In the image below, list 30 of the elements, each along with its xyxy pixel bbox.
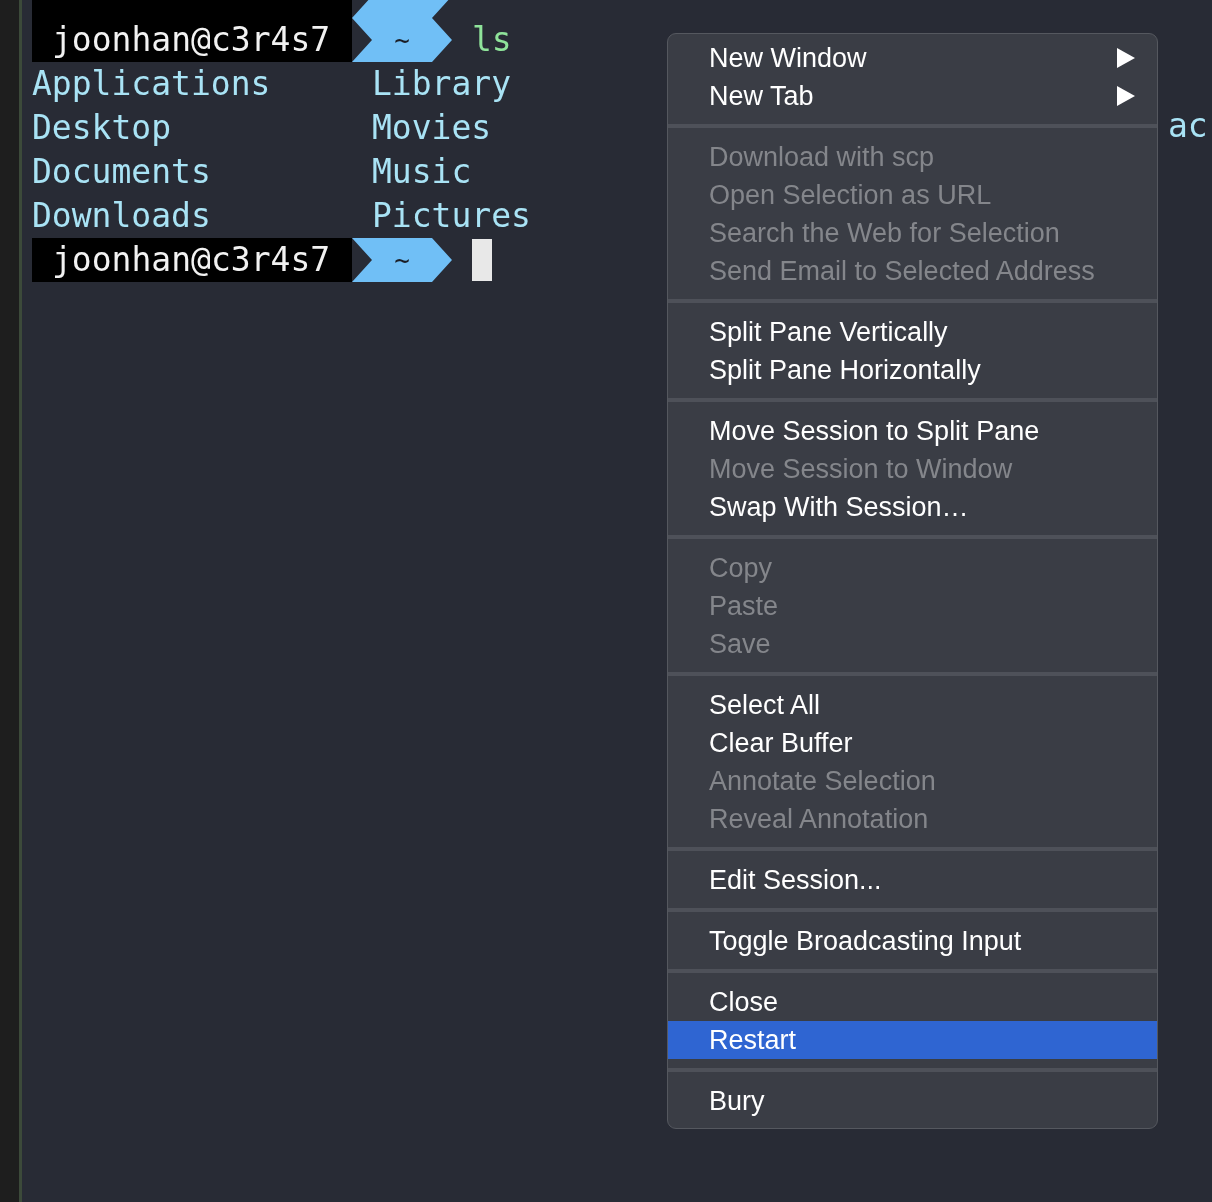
terminal-text: ac: [1168, 105, 1208, 147]
prompt-user: joonhan@c3r4s7: [32, 238, 352, 282]
directory-name: Downloads: [32, 195, 212, 237]
directory-name: Pictures: [372, 195, 532, 237]
menu-item[interactable]: Clear Buffer: [668, 724, 1157, 762]
menu-item[interactable]: Split Pane Vertically: [668, 313, 1157, 351]
text-cursor: [472, 239, 492, 281]
prompt-directory: ~: [352, 18, 452, 62]
menu-item[interactable]: Close: [668, 983, 1157, 1021]
submenu-arrow-icon: [1117, 86, 1135, 106]
menu-item[interactable]: Split Pane Horizontally: [668, 351, 1157, 389]
menu-item[interactable]: New Tab: [668, 77, 1157, 115]
prompt-user: joonhan@c3r4s7: [32, 18, 352, 62]
command-text: ls: [472, 19, 512, 61]
menu-item[interactable]: Move Session to Split Pane: [668, 412, 1157, 450]
menu-item[interactable]: Restart: [668, 1021, 1157, 1059]
directory-name: Library: [372, 63, 513, 105]
menu-item[interactable]: Bury: [668, 1082, 1157, 1120]
directory-name: Desktop: [32, 107, 173, 149]
menu-item[interactable]: Swap With Session…: [668, 488, 1157, 526]
submenu-arrow-icon: [1117, 48, 1135, 68]
directory-name: Movies: [372, 107, 493, 149]
directory-name: Music: [372, 151, 473, 193]
menu-item[interactable]: New Window: [668, 39, 1157, 77]
directory-name: Documents: [32, 151, 212, 193]
menu-item[interactable]: Edit Session...: [668, 861, 1157, 899]
menu-item[interactable]: Toggle Broadcasting Input: [668, 922, 1157, 960]
menu-item[interactable]: Select All: [668, 686, 1157, 724]
directory-name: Applications: [32, 63, 272, 105]
prompt-directory: ~: [352, 238, 452, 282]
